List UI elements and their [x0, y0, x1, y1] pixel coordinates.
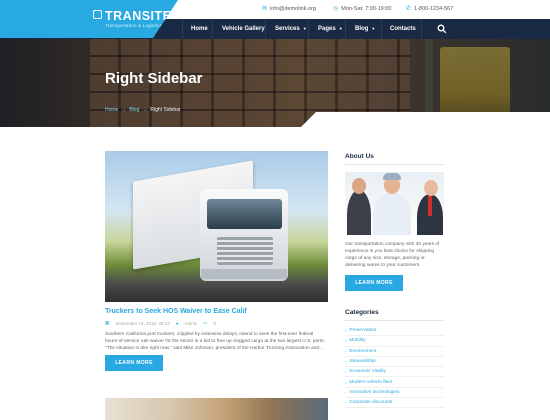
truck-windshield-shape [207, 199, 282, 229]
breadcrumb-current: Right Sidebar [150, 107, 181, 113]
about-heading: About Us [345, 153, 374, 160]
post-date: September 15, 2015, 09:23 [115, 320, 170, 326]
person-left-body [347, 190, 371, 235]
bullet-icon: › [345, 400, 347, 406]
category-item[interactable]: › Modern vehicle fleet [345, 377, 444, 388]
nav-divider [308, 19, 309, 39]
category-item[interactable]: › Innovative technologies [345, 388, 444, 399]
bullet-icon: › [345, 348, 347, 354]
post-meta: ▦ September 15, 2015, 09:23 ● Admin ▭ 0 [105, 320, 216, 326]
email-info[interactable]: ✉ info@demolink.org [262, 5, 316, 13]
breadcrumb-separator: → [121, 107, 127, 113]
category-label: Economic Vitality [349, 369, 386, 375]
category-label: Corporate discounts [349, 400, 393, 406]
truck-grill-shape [217, 237, 273, 265]
bullet-icon: › [345, 369, 347, 375]
category-item[interactable]: › Preservation [345, 326, 444, 337]
category-item[interactable]: › Mobility [345, 336, 444, 347]
user-icon: ● [175, 320, 179, 326]
category-item[interactable]: › Corporate discounts [345, 398, 444, 409]
bullet-icon: › [345, 359, 347, 365]
nav-divider [182, 19, 183, 39]
category-label: Innovative technologies [349, 389, 400, 395]
person-left-head [352, 178, 366, 194]
nav-label: Blog [355, 25, 369, 32]
comment-icon: ▭ [203, 320, 208, 325]
nav-divider [421, 19, 422, 39]
post-title-link[interactable]: Truckers to Seek HOS Waiver to Ease Cali… [105, 308, 247, 315]
category-label: Stewardship [349, 359, 376, 365]
breadcrumb: Home → Blog → Right Sidebar [105, 107, 181, 113]
mail-icon: ✉ [262, 6, 268, 12]
post-excerpt: Southern California port truckers, cripp… [105, 332, 325, 351]
clock-icon: ◷ [333, 6, 339, 12]
hero-diagonal-divider [300, 112, 550, 128]
category-label: Mobility [349, 338, 366, 344]
caret-down-icon: ▼ [302, 25, 307, 31]
person-center-body [373, 192, 411, 235]
logo-mark-icon [93, 10, 102, 19]
truck-bumper-shape [201, 269, 287, 279]
category-label: Modern vehicle fleet [349, 379, 393, 385]
nav-label: Vehicle Gallery [222, 25, 265, 32]
post-author[interactable]: Admin [185, 321, 198, 326]
nav-label: Home [191, 25, 208, 32]
categories-list: › Preservation › Mobility › Environment › St… [345, 326, 444, 409]
categories-heading: Categories [345, 309, 379, 316]
hours-text: Mon-Sat: 7:00-19:00 [341, 5, 392, 12]
search-icon[interactable] [437, 24, 447, 34]
logo[interactable]: TRANSITEC Transportation & Logistics [0, 0, 178, 38]
breadcrumb-separator: → [142, 107, 148, 113]
brand-tagline: Transportation & Logistics [105, 23, 163, 28]
category-label: Environment [349, 348, 377, 354]
calendar-icon: ▦ [105, 320, 110, 325]
hours-info: ◷ Mon-Sat: 7:00-19:00 [333, 5, 392, 13]
nav-item-blog[interactable]: Blog ▼ [355, 26, 375, 32]
bullet-icon: › [345, 389, 347, 395]
bullet-icon: › [345, 338, 347, 344]
about-text: Our transportation company with 30 years… [345, 242, 440, 268]
team-photo [345, 172, 444, 235]
nav-divider [345, 19, 346, 39]
phone-text: 1-800-1234-567 [414, 5, 454, 12]
nav-divider [212, 19, 213, 39]
breadcrumb-blog[interactable]: Blog [129, 107, 139, 113]
nav-item-contacts[interactable]: Contacts [390, 26, 416, 32]
category-item[interactable]: › Economic Vitality [345, 367, 444, 378]
nav-label: Contacts [390, 25, 416, 32]
email-text: info@demolink.org [270, 5, 316, 12]
category-label: Preservation [349, 328, 377, 334]
breadcrumb-home[interactable]: Home [105, 107, 118, 113]
about-divider [345, 164, 444, 165]
nav-divider [381, 19, 382, 39]
learn-more-button[interactable]: LEARN MORE [105, 355, 163, 371]
nav-item-vehicle-gallery[interactable]: Vehicle Gallery [222, 26, 265, 32]
nav-item-home[interactable]: Home [191, 26, 208, 32]
caret-down-icon: ▼ [338, 25, 343, 31]
categories-divider [345, 320, 444, 321]
post-image-truck[interactable] [105, 151, 328, 302]
nav-item-services[interactable]: Services ▼ [275, 26, 307, 32]
about-learn-more-button[interactable]: LEARN MORE [345, 275, 403, 291]
post-comments-count[interactable]: 0 [214, 321, 217, 326]
second-post-image[interactable] [105, 398, 328, 420]
tie-shape [428, 196, 432, 216]
phone-icon: ✆ [406, 6, 412, 12]
nav-item-pages[interactable]: Pages ▼ [318, 26, 343, 32]
nav-label: Pages [318, 25, 336, 32]
person-right-head [424, 180, 438, 196]
bullet-icon: › [345, 328, 347, 334]
nav-label: Services [275, 25, 300, 32]
cap-shape [383, 173, 401, 180]
page-title: Right Sidebar [105, 70, 203, 87]
category-item[interactable]: › Environment [345, 347, 444, 357]
bullet-icon: › [345, 379, 347, 385]
category-item[interactable]: › Stewardship [345, 357, 444, 368]
nav-divider [265, 19, 266, 39]
caret-down-icon: ▼ [371, 25, 376, 31]
phone-info[interactable]: ✆ 1-800-1234-567 [406, 5, 454, 13]
